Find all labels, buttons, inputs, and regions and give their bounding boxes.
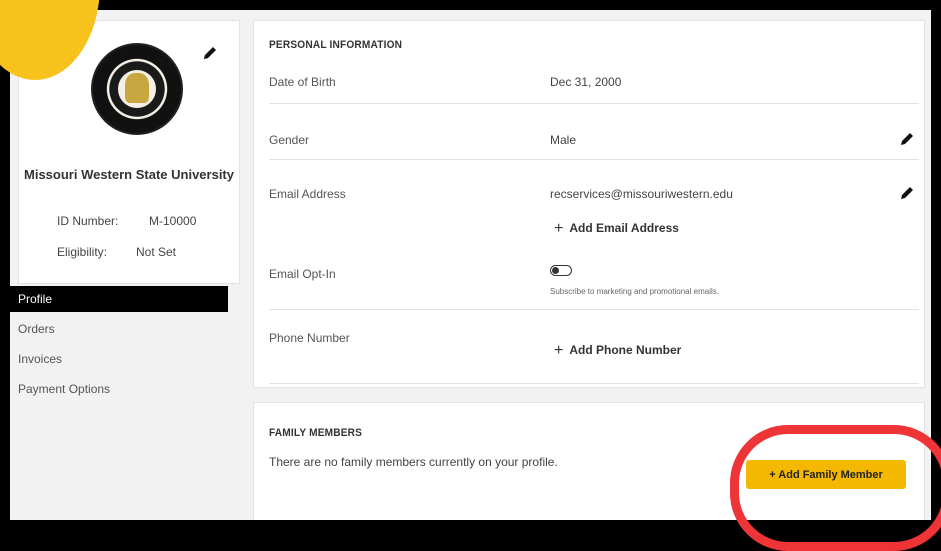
- eligibility-label: Eligibility:: [57, 245, 108, 259]
- add-family-member-button[interactable]: + Add Family Member: [746, 460, 906, 489]
- phone-number-label: Phone Number: [269, 331, 350, 345]
- nav-item-orders[interactable]: Orders: [10, 316, 228, 342]
- email-opt-in-hint: Subscribe to marketing and promotional e…: [550, 287, 719, 296]
- email-address-value: recservices@missouriwestern.edu: [550, 187, 733, 201]
- plus-icon: +: [554, 342, 564, 359]
- organization-name: Missouri Western State University: [24, 167, 234, 182]
- personal-information-title: PERSONAL INFORMATION: [269, 39, 403, 51]
- add-phone-number-link[interactable]: + Add Phone Number: [554, 341, 681, 359]
- nav-item-payment-options[interactable]: Payment Options: [10, 376, 228, 402]
- email-opt-in-toggle[interactable]: [550, 265, 572, 276]
- id-number-label: ID Number:: [57, 214, 119, 228]
- nav-item-invoices[interactable]: Invoices: [10, 346, 228, 372]
- plus-icon: +: [554, 220, 564, 237]
- app-frame: Missouri Western State University ID Num…: [10, 10, 931, 520]
- family-members-title: FAMILY MEMBERS: [269, 427, 363, 439]
- profile-nav: Profile Orders Invoices Payment Options: [10, 286, 228, 406]
- edit-gender-pencil-icon[interactable]: [899, 131, 915, 147]
- university-seal-logo: [91, 43, 183, 135]
- gender-value: Male: [550, 133, 577, 147]
- gender-label: Gender: [269, 133, 310, 147]
- email-opt-in-label: Email Opt-In: [269, 267, 336, 281]
- edit-email-pencil-icon[interactable]: [899, 185, 915, 201]
- toggle-knob: [552, 267, 559, 274]
- divider: [269, 103, 919, 104]
- no-family-members-text: There are no family members currently on…: [269, 455, 558, 469]
- eligibility-value: Not Set: [136, 245, 177, 259]
- id-number-value: M-10000: [149, 214, 197, 228]
- divider: [269, 309, 919, 310]
- date-of-birth-label: Date of Birth: [269, 75, 336, 89]
- date-of-birth-value: Dec 31, 2000: [550, 75, 622, 89]
- nav-item-profile[interactable]: Profile: [10, 286, 228, 312]
- email-address-label: Email Address: [269, 187, 346, 201]
- divider: [269, 383, 919, 384]
- add-phone-number-label: Add Phone Number: [569, 343, 682, 357]
- edit-profile-pencil-icon[interactable]: [202, 45, 218, 61]
- add-email-address-label: Add Email Address: [569, 221, 679, 235]
- divider: [269, 159, 919, 160]
- personal-information-panel: PERSONAL INFORMATION Date of Birth Dec 3…: [253, 20, 925, 388]
- add-email-address-link[interactable]: + Add Email Address: [554, 219, 679, 237]
